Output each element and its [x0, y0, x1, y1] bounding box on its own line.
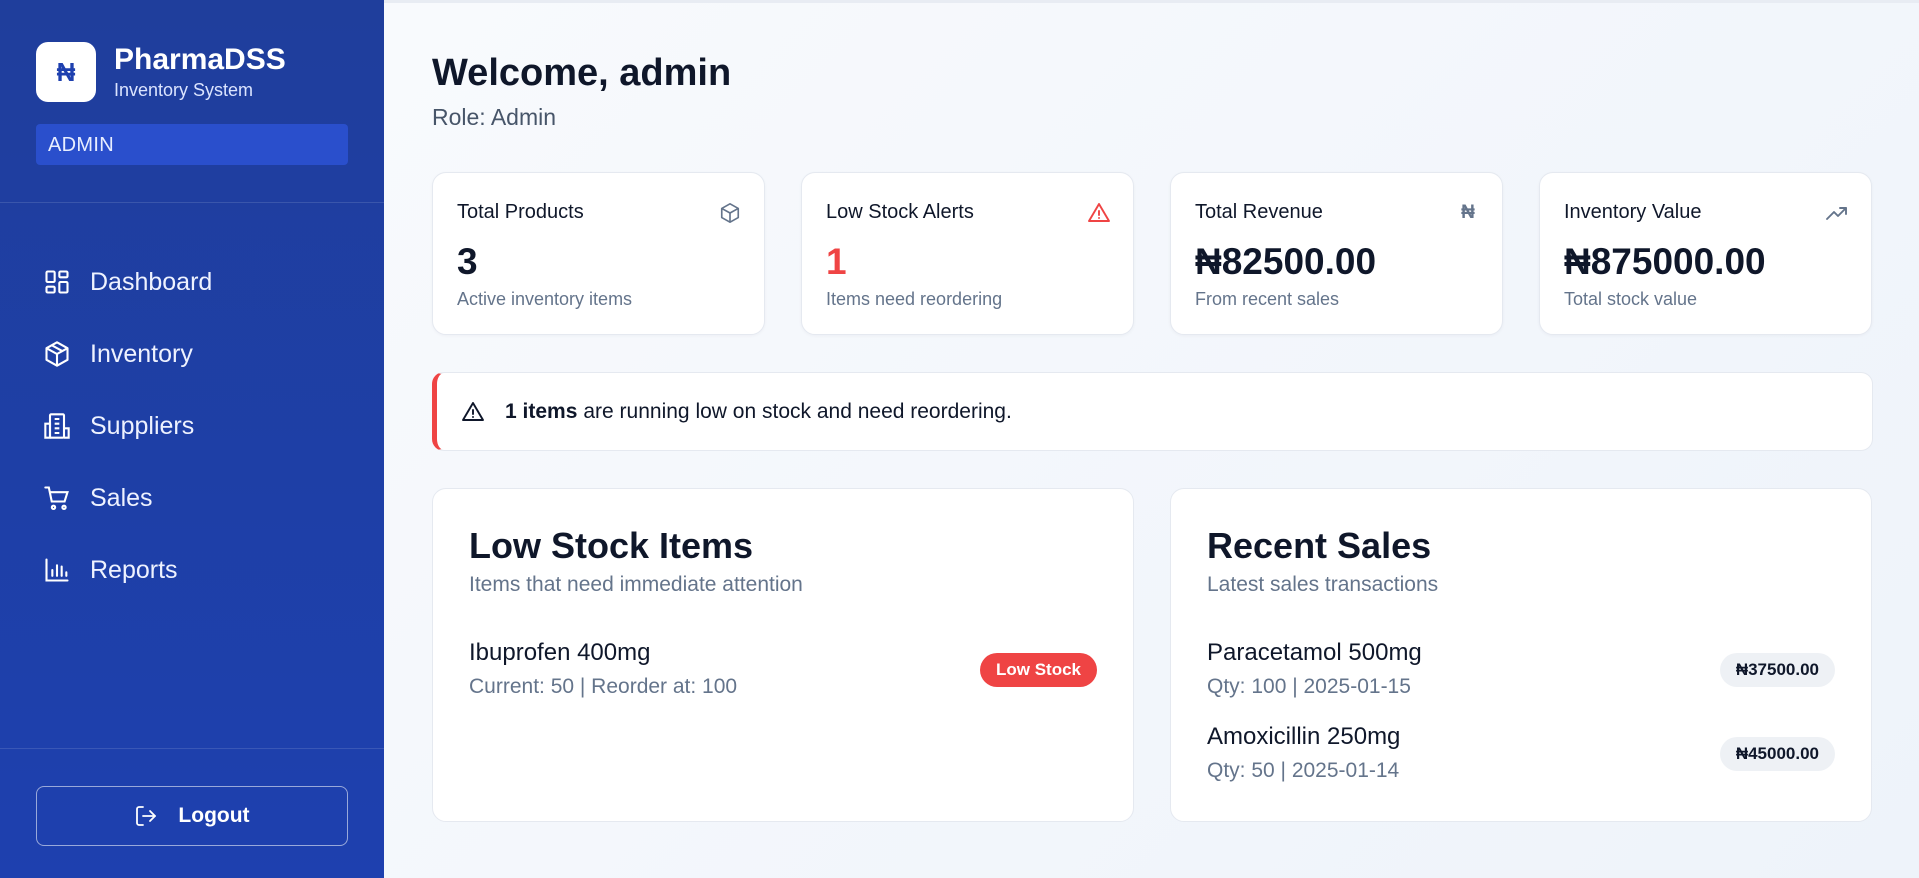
cart-icon	[42, 483, 72, 513]
list-item: Ibuprofen 400mg Current: 50 | Reorder at…	[469, 639, 1097, 699]
sidebar-item-label: Suppliers	[90, 411, 195, 440]
sidebar-nav: Dashboard Inventory Suppliers Sales Repo…	[0, 246, 384, 606]
list-item: Paracetamol 500mg Qty: 100 | 2025-01-15 …	[1207, 639, 1835, 699]
low-stock-panel: Low Stock Items Items that need immediat…	[432, 488, 1134, 822]
amount-badge: ₦45000.00	[1719, 737, 1835, 771]
sidebar-item-reports[interactable]: Reports	[0, 534, 384, 606]
stat-card-total-products: Total Products 3 Active inventory items	[432, 172, 765, 335]
dashboard-icon	[42, 267, 72, 297]
logout-label: Logout	[178, 804, 250, 827]
top-border	[384, 0, 1919, 3]
package-icon	[718, 201, 742, 225]
stat-value: 3	[457, 241, 478, 282]
stat-card-total-revenue: Total Revenue ₦ ₦82500.00 From recent sa…	[1170, 172, 1503, 335]
warning-icon	[1087, 201, 1111, 225]
building-icon	[42, 411, 72, 441]
role-badge: ADMIN	[36, 124, 348, 165]
brand-text: PharmaDSS Inventory System	[114, 43, 286, 101]
sidebar-item-inventory[interactable]: Inventory	[0, 318, 384, 390]
alert-message: are running low on stock and need reorde…	[583, 399, 1012, 423]
amount-badge: ₦37500.00	[1719, 653, 1835, 687]
stat-label: Inventory Value	[1564, 201, 1702, 223]
panel-title: Low Stock Items	[469, 525, 754, 566]
brand: ₦ PharmaDSS Inventory System	[36, 42, 286, 102]
sidebar: ₦ PharmaDSS Inventory System ADMIN Dashb…	[0, 0, 384, 878]
sidebar-item-label: Inventory	[90, 339, 193, 368]
panel-subtitle: Latest sales transactions	[1207, 573, 1439, 596]
app-title: PharmaDSS	[114, 43, 286, 76]
logout-icon	[134, 804, 158, 828]
sidebar-divider-bottom	[0, 748, 384, 749]
panel-subtitle: Items that need immediate attention	[469, 573, 803, 596]
stat-value: ₦82500.00	[1195, 241, 1377, 282]
recent-sales-panel: Recent Sales Latest sales transactions P…	[1170, 488, 1872, 822]
stat-sub: From recent sales	[1195, 289, 1340, 309]
naira-logo-icon: ₦	[36, 42, 96, 102]
stat-sub: Items need reordering	[826, 289, 1003, 309]
stat-label: Total Revenue	[1195, 201, 1323, 223]
stat-card-low-stock-alerts: Low Stock Alerts 1 Items need reordering	[801, 172, 1134, 335]
bar-chart-icon	[42, 555, 72, 585]
naira-icon: ₦	[1461, 202, 1475, 223]
role-text: Role: Admin	[432, 104, 557, 130]
status-badge: Low Stock	[979, 653, 1097, 687]
sidebar-item-label: Sales	[90, 483, 153, 512]
list-item: Amoxicillin 250mg Qty: 50 | 2025-01-14 ₦…	[1207, 723, 1835, 783]
stat-sub: Active inventory items	[457, 289, 633, 309]
stat-label: Low Stock Alerts	[826, 201, 974, 223]
main-content: Welcome, admin Role: Admin Total Product…	[384, 0, 1919, 878]
sidebar-divider-top	[0, 202, 384, 203]
app-subtitle: Inventory System	[114, 80, 254, 100]
stat-sub: Total stock value	[1564, 289, 1698, 309]
sidebar-item-sales[interactable]: Sales	[0, 462, 384, 534]
stat-card-inventory-value: Inventory Value ₦875000.00 Total stock v…	[1539, 172, 1872, 335]
stat-value: 1	[826, 241, 847, 282]
page-title: Welcome, admin	[432, 52, 732, 94]
stat-label: Total Products	[457, 201, 584, 223]
trending-up-icon	[1825, 201, 1849, 225]
low-stock-alert-banner: 1 items are running low on stock and nee…	[432, 372, 1873, 451]
sidebar-item-label: Dashboard	[90, 267, 213, 296]
logout-button[interactable]: Logout	[36, 786, 348, 846]
warning-icon	[461, 400, 485, 424]
sidebar-item-dashboard[interactable]: Dashboard	[0, 246, 384, 318]
sidebar-item-label: Reports	[90, 555, 178, 584]
sidebar-item-suppliers[interactable]: Suppliers	[0, 390, 384, 462]
stat-value: ₦875000.00	[1564, 241, 1766, 282]
package-icon	[42, 339, 72, 369]
panel-title: Recent Sales	[1207, 525, 1432, 566]
alert-count: 1 items	[505, 399, 578, 423]
